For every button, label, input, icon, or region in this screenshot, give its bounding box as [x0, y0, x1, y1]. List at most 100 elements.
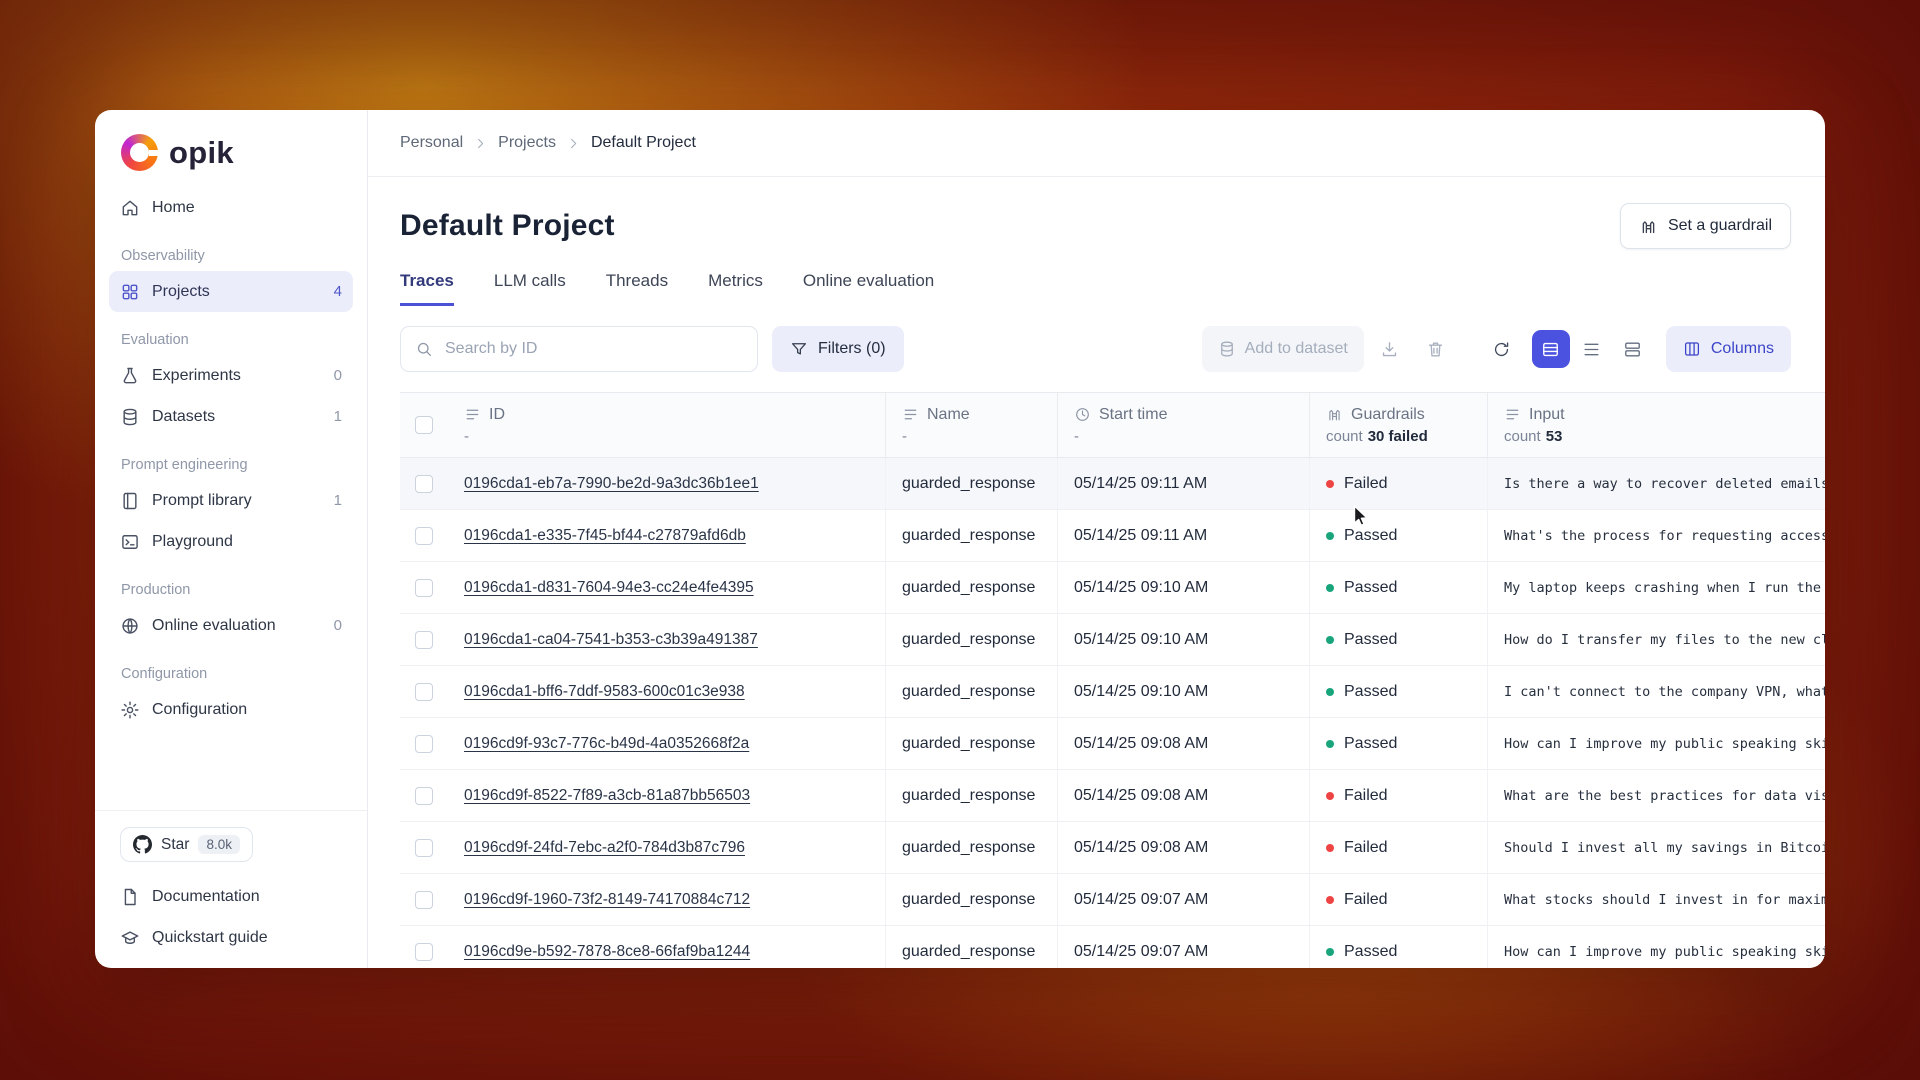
table-row[interactable]: 0196cda1-ca04-7541-b353-c3b39a491387 gua… [400, 614, 1825, 666]
sidebar-item-label: Experiments [152, 367, 241, 385]
table-row[interactable]: 0196cda1-eb7a-7990-be2d-9a3dc36b1ee1 gua… [400, 458, 1825, 510]
breadcrumb-item-personal[interactable]: Personal [400, 134, 463, 152]
trace-id-link[interactable]: 0196cda1-bff6-7ddf-9583-600c01c3e938 [464, 683, 745, 701]
trace-name: guarded_response [886, 874, 1058, 925]
col-header-name[interactable]: Name - [886, 393, 1058, 457]
app-window: opik Home Observability Projects 4 Evalu… [95, 110, 1825, 968]
view-toggle-compact[interactable] [1532, 330, 1570, 368]
guardrail-status: Passed [1310, 510, 1488, 561]
trace-id-link[interactable]: 0196cd9f-8522-7f89-a3cb-81a87bb56503 [464, 787, 750, 805]
columns-button[interactable]: Columns [1666, 326, 1791, 372]
select-all-checkbox[interactable] [415, 416, 433, 434]
trace-name: guarded_response [886, 562, 1058, 613]
row-checkbox[interactable] [415, 891, 433, 909]
filters-button[interactable]: Filters (0) [772, 326, 904, 372]
table-row[interactable]: 0196cda1-e335-7f45-bf44-c27879afd6db gua… [400, 510, 1825, 562]
tab-online-evaluation[interactable]: Online evaluation [803, 271, 934, 306]
col-header-input[interactable]: Input count53 [1488, 393, 1825, 457]
view-toggle-cards[interactable] [1614, 330, 1652, 368]
search-input[interactable] [443, 339, 743, 359]
trace-id-link[interactable]: 0196cd9f-1960-73f2-8149-74170884c712 [464, 891, 750, 909]
delete-button[interactable] [1416, 329, 1456, 369]
status-dot [1326, 844, 1334, 852]
refresh-button[interactable] [1482, 329, 1522, 369]
trace-input: My laptop keeps crashing when I run the … [1488, 562, 1825, 613]
table-row[interactable]: 0196cda1-d831-7604-94e3-cc24e4fe4395 gua… [400, 562, 1825, 614]
trace-start-time: 05/14/25 09:08 AM [1058, 770, 1310, 821]
row-density-toggle [1532, 330, 1652, 368]
row-checkbox[interactable] [415, 787, 433, 805]
table-row[interactable]: 0196cd9f-1960-73f2-8149-74170884c712 gua… [400, 874, 1825, 926]
row-checkbox[interactable] [415, 527, 433, 545]
star-label: Star [161, 836, 189, 854]
status-dot [1326, 532, 1334, 540]
sidebar-item-count: 0 [334, 617, 342, 634]
table-row[interactable]: 0196cda1-bff6-7ddf-9583-600c01c3e938 gua… [400, 666, 1825, 718]
github-star-button[interactable]: Star 8.0k [120, 827, 253, 862]
sidebar-item-prompt-library[interactable]: Prompt library 1 [109, 480, 353, 521]
tab-metrics[interactable]: Metrics [708, 271, 763, 306]
col-header-id[interactable]: ID - [448, 393, 886, 457]
trace-name: guarded_response [886, 510, 1058, 561]
table-row[interactable]: 0196cd9f-93c7-776c-b49d-4a0352668f2a gua… [400, 718, 1825, 770]
tab-llm-calls[interactable]: LLM calls [494, 271, 566, 306]
row-checkbox[interactable] [415, 683, 433, 701]
name-column-icon [902, 406, 919, 423]
sidebar-item-label: Quickstart guide [152, 929, 268, 947]
filters-label: Filters (0) [818, 340, 886, 358]
row-checkbox[interactable] [415, 579, 433, 597]
export-download-button[interactable] [1370, 329, 1410, 369]
col-header-guardrails[interactable]: Guardrails count30 failed [1310, 393, 1488, 457]
guardrail-status: Failed [1310, 874, 1488, 925]
view-toggle-list[interactable] [1573, 330, 1611, 368]
tab-traces[interactable]: Traces [400, 271, 454, 306]
trace-start-time: 05/14/25 09:08 AM [1058, 822, 1310, 873]
sidebar-item-count: 4 [334, 283, 342, 300]
sidebar-item-playground[interactable]: Playground [109, 521, 353, 562]
sidebar-item-count: 0 [334, 367, 342, 384]
row-checkbox[interactable] [415, 943, 433, 961]
trace-id-link[interactable]: 0196cd9f-24fd-7ebc-a2f0-784d3b87c796 [464, 839, 745, 857]
trace-id-link[interactable]: 0196cd9f-93c7-776c-b49d-4a0352668f2a [464, 735, 749, 753]
breadcrumb-item-projects[interactable]: Projects [498, 134, 556, 152]
tab-threads[interactable]: Threads [606, 271, 668, 306]
search-box [400, 326, 758, 372]
trace-start-time: 05/14/25 09:10 AM [1058, 614, 1310, 665]
sidebar-item-home[interactable]: Home [109, 187, 353, 228]
sidebar-item-experiments[interactable]: Experiments 0 [109, 355, 353, 396]
trace-id-link[interactable]: 0196cda1-ca04-7541-b353-c3b39a491387 [464, 631, 758, 649]
sidebar-item-datasets[interactable]: Datasets 1 [109, 396, 353, 437]
row-checkbox[interactable] [415, 839, 433, 857]
sidebar-item-label: Datasets [152, 408, 215, 426]
sidebar-item-online-evaluation[interactable]: Online evaluation 0 [109, 605, 353, 646]
trace-id-link[interactable]: 0196cd9e-b592-7878-8ce8-66faf9ba1244 [464, 943, 750, 961]
add-to-dataset-button[interactable]: Add to dataset [1202, 326, 1364, 372]
trace-name: guarded_response [886, 926, 1058, 968]
set-guardrail-button[interactable]: Set a guardrail [1620, 203, 1791, 249]
sidebar-item-documentation[interactable]: Documentation [109, 876, 353, 917]
table-row[interactable]: 0196cd9f-8522-7f89-a3cb-81a87bb56503 gua… [400, 770, 1825, 822]
table-row[interactable]: 0196cd9e-b592-7878-8ce8-66faf9ba1244 gua… [400, 926, 1825, 968]
sidebar-item-quickstart-guide[interactable]: Quickstart guide [109, 917, 353, 958]
dataset-database-icon [1218, 340, 1236, 358]
trace-input: Is there a way to recover deleted emails… [1488, 458, 1825, 509]
col-header-start-time[interactable]: Start time - [1058, 393, 1310, 457]
section-label-observability: Observability [121, 248, 341, 264]
row-checkbox[interactable] [415, 735, 433, 753]
datasets-database-icon [120, 407, 140, 427]
row-checkbox[interactable] [415, 475, 433, 493]
sidebar-item-projects[interactable]: Projects 4 [109, 271, 353, 312]
status-dot [1326, 740, 1334, 748]
trace-id-link[interactable]: 0196cda1-eb7a-7990-be2d-9a3dc36b1ee1 [464, 475, 759, 493]
opik-logo[interactable]: opik [95, 110, 367, 187]
status-dot [1326, 948, 1334, 956]
projects-grid-icon [120, 282, 140, 302]
sidebar-item-configuration[interactable]: Configuration [109, 689, 353, 730]
trace-id-link[interactable]: 0196cda1-e335-7f45-bf44-c27879afd6db [464, 527, 746, 545]
trace-input: What stocks should I invest in for maxim… [1488, 874, 1825, 925]
github-icon [133, 835, 152, 854]
row-checkbox[interactable] [415, 631, 433, 649]
table-row[interactable]: 0196cd9f-24fd-7ebc-a2f0-784d3b87c796 gua… [400, 822, 1825, 874]
trace-id-link[interactable]: 0196cda1-d831-7604-94e3-cc24e4fe4395 [464, 579, 754, 597]
main-content: Personal Projects Default Project Defaul… [368, 110, 1825, 968]
